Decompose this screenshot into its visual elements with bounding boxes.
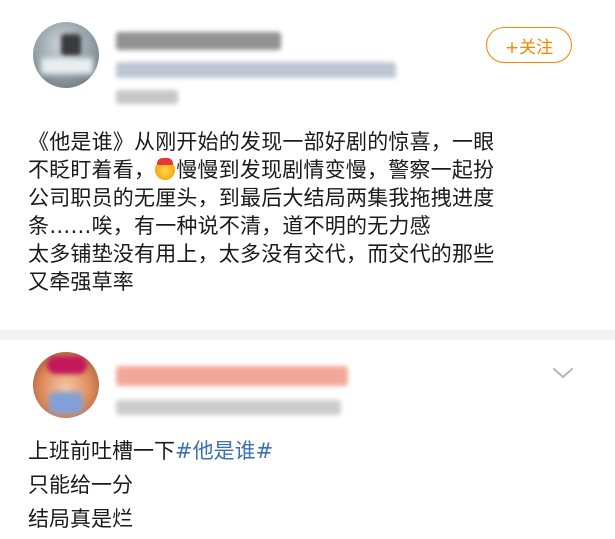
username-blurred[interactable] <box>116 32 281 50</box>
avatar-blur-detail <box>41 58 93 74</box>
commenter-avatar-blurred[interactable] <box>33 352 99 418</box>
commenter-name-blurred[interactable] <box>116 366 348 386</box>
section-divider <box>0 330 615 340</box>
weibo-post: +关注 《他是谁》从刚开始的发现一部好剧的惊喜，一眼 不眨盯着看， 慢慢到发现剧情… <box>0 0 615 330</box>
comment-text-line: 只能给一分 <box>28 473 133 497</box>
post-text-line: 条……唉，有一种说不清，道不明的无力感 <box>28 214 431 238</box>
comment-meta-blurred <box>116 400 341 415</box>
hashtag-link[interactable]: #他是谁# <box>175 439 273 463</box>
comment-text-line: 结局真是烂 <box>28 507 133 531</box>
avatar-blur-detail <box>47 356 87 374</box>
comment-text-segment: 上班前吐槽一下 <box>28 439 175 463</box>
post-text-segment: 慢慢到发现剧情变慢，警察一起扮 <box>176 158 495 182</box>
post-text-line: 不眨盯着看， 慢慢到发现剧情变慢，警察一起扮 <box>28 156 598 184</box>
avatar-blur-detail <box>61 34 81 56</box>
post-text-line: 公司职员的无厘头，到最后大结局两集我拖拽进度 <box>28 186 495 210</box>
weibo-comment: 上班前吐槽一下#他是谁# 只能给一分 结局真是烂 <box>0 340 615 539</box>
post-text-line: 又牵强草率 <box>28 270 134 294</box>
post-text-line: 《他是谁》从刚开始的发现一部好剧的惊喜，一眼 <box>28 130 495 154</box>
post-meta-blurred <box>116 90 178 104</box>
post-text-segment: 不眨盯着看， <box>28 158 156 182</box>
post-meta-blurred <box>116 62 396 78</box>
post-text-line: 太多铺垫没有用上，太多没有交代，而交代的那些 <box>28 242 495 266</box>
comment-body: 上班前吐槽一下#他是谁# 只能给一分 结局真是烂 <box>28 434 598 536</box>
avatar-blur-detail <box>49 392 83 414</box>
chevron-down-icon[interactable] <box>552 366 574 380</box>
comment-text-line: 上班前吐槽一下#他是谁# <box>28 434 598 468</box>
user-avatar-blurred[interactable] <box>33 22 99 88</box>
post-body: 《他是谁》从刚开始的发现一部好剧的惊喜，一眼 不眨盯着看， 慢慢到发现剧情变慢，警… <box>28 128 598 296</box>
moustache-face-emoji-icon <box>155 158 176 180</box>
follow-button[interactable]: +关注 <box>486 27 572 63</box>
